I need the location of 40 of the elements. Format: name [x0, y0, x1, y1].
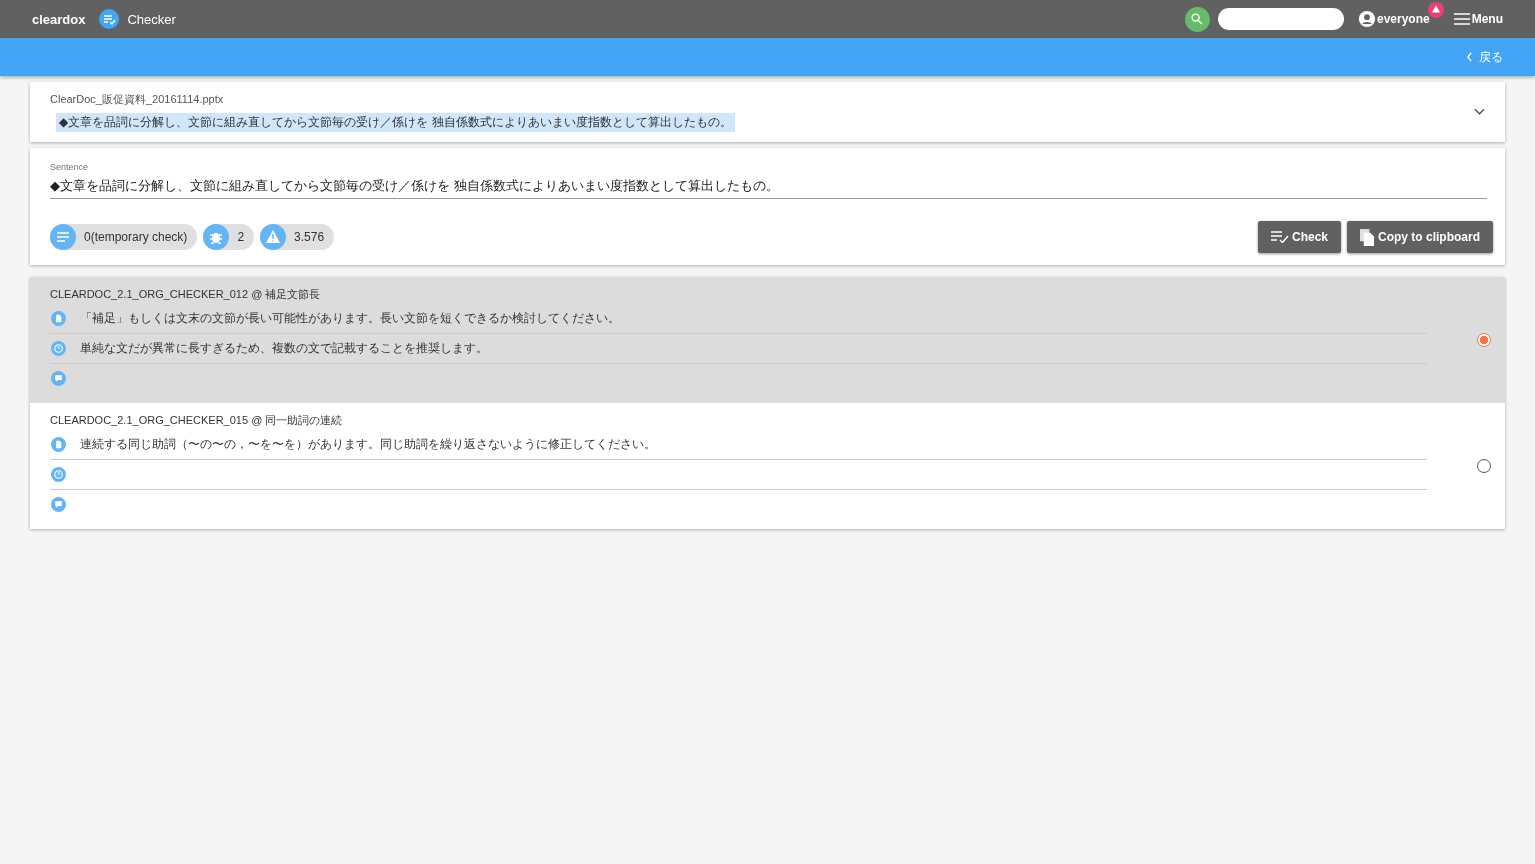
- app-title: Checker: [127, 11, 176, 27]
- checklist-icon: [1270, 231, 1289, 243]
- selected-excerpt: ◆文章を品詞に分解し、文節に組み直してから文節毎の受け／係けを 独自係数式によりあいまい度指数として算出したもの。: [56, 113, 735, 132]
- message-text: 「補足」もしくは文末の文節が長い可能性があります。長い文節を短くできるか検討してください。: [80, 311, 620, 326]
- search-field[interactable]: [1217, 8, 1344, 30]
- chevron-icon[interactable]: [1474, 108, 1485, 116]
- help-icon: [51, 467, 66, 482]
- bug-icon: [203, 224, 230, 250]
- menu-icon: [1453, 13, 1470, 25]
- rule-title: CLEARDOC_2.1_ORG_CHECKER_015 @ 同一助詞の連続: [50, 413, 344, 428]
- chevron-left-icon: [1466, 52, 1473, 62]
- message-text: 連続する同じ助詞（〜の〜の，〜を〜を）があります。同じ助詞を繰り返さないように修正してください。: [80, 437, 656, 452]
- select-radio[interactable]: [1477, 459, 1491, 473]
- status-chip: 0(temporary check): [50, 224, 198, 250]
- document-icon: [51, 437, 66, 452]
- file-name: ClearDoc_販促資料_20161114.pptx: [50, 92, 224, 107]
- field-label: Sentence: [50, 162, 89, 172]
- document-icon: [51, 311, 66, 326]
- message-text: 単純な文だが異常に長すぎるため、複数の文で記載することを推奨します。: [80, 341, 488, 356]
- help-icon: [51, 341, 66, 356]
- select-radio[interactable]: [1477, 333, 1491, 347]
- comment-icon: [51, 371, 66, 386]
- menu-button[interactable]: Menu: [1453, 12, 1503, 26]
- search-button[interactable]: [1184, 6, 1210, 32]
- check-button[interactable]: Check: [1257, 221, 1341, 253]
- comment-icon: [51, 497, 66, 512]
- status-chip: 3.576: [260, 224, 335, 250]
- status-chip: 2: [203, 224, 255, 250]
- brand-logo[interactable]: cleardox: [32, 11, 86, 27]
- copy-icon: [1360, 228, 1375, 246]
- checklist-icon: [99, 9, 120, 29]
- rule-title: CLEARDOC_2.1_ORG_CHECKER_012 @ 補足文節長: [50, 287, 322, 302]
- user-name[interactable]: everyone: [1376, 12, 1430, 26]
- user-icon[interactable]: [1357, 10, 1376, 28]
- list-icon: [50, 224, 76, 250]
- result-item[interactable]: CLEARDOC_2.1_ORG_CHECKER_015 @ 同一助詞の連続 連続する同じ助詞（〜の〜の，〜を〜を）があります。同じ助詞を繰り返さないように修正してください。: [30, 403, 1505, 529]
- warning-icon: [260, 224, 287, 250]
- copy-button[interactable]: Copy to clipboard: [1347, 221, 1493, 253]
- result-item[interactable]: CLEARDOC_2.1_ORG_CHECKER_012 @ 補足文節長 「補足」もしくは文末の文節が長い可能性があります。長い文節を短くできるか検討してください。 単純な文だが異常に長すぎるため、複数の文で記載することを推奨します。: [30, 277, 1505, 403]
- search-icon: [1190, 12, 1205, 26]
